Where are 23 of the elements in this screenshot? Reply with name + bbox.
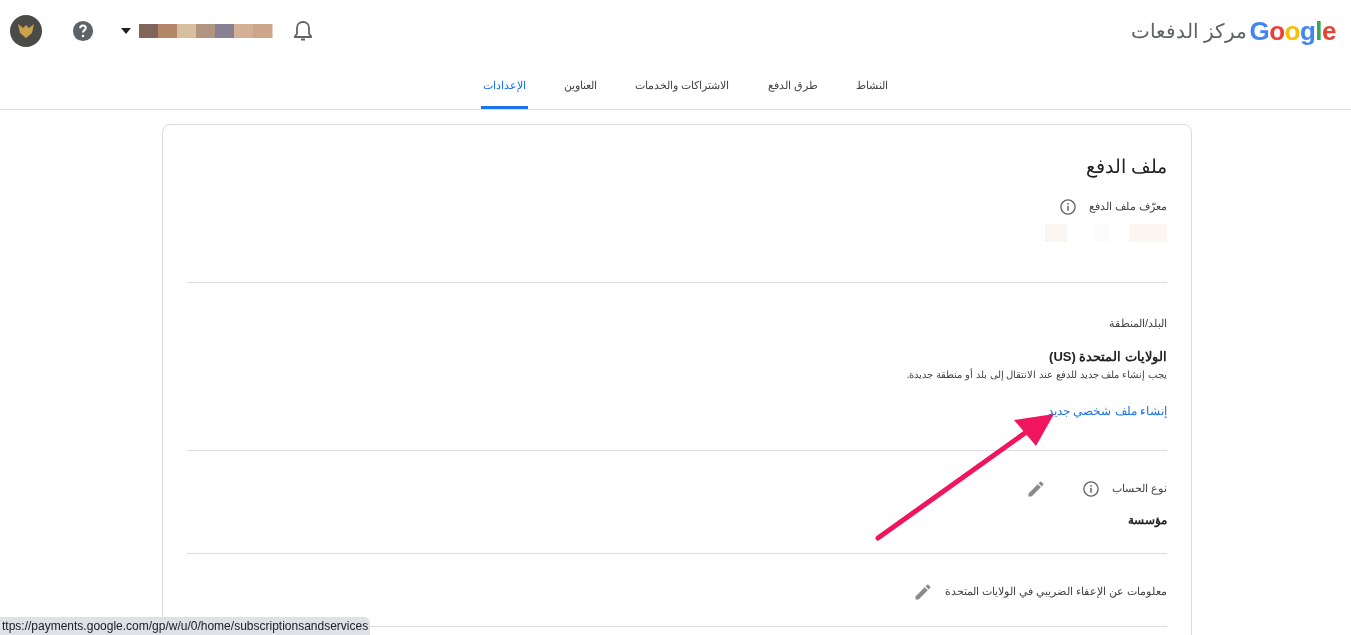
- region-note: يجب إنشاء ملف جديد للدفع عند الانتقال إلى بلد أو منطقة جديدة.: [905, 367, 1167, 382]
- field-value: مؤسسة: [1127, 511, 1167, 529]
- avatar[interactable]: [10, 15, 42, 47]
- field-label: نوع الحساب: [1111, 481, 1167, 497]
- bell-icon[interactable]: [293, 20, 313, 42]
- field-label: معرّف ملف الدفع: [1088, 199, 1167, 215]
- google-logo[interactable]: Google: [1249, 11, 1336, 51]
- status-bar-url: ttps://payments.google.com/gp/w/u/0/home/subscriptionsandservices: [0, 617, 371, 635]
- info-icon[interactable]: [1058, 197, 1077, 216]
- tab[interactable]: النشاط: [853, 62, 890, 109]
- card-title: ملف الدفع: [1084, 155, 1167, 180]
- help-icon[interactable]: [72, 20, 94, 42]
- tab[interactable]: الاشتراكات والخدمات: [633, 62, 732, 109]
- field-label: البلد/المنطقة: [1108, 315, 1167, 331]
- tab[interactable]: طرق الدفع: [765, 62, 820, 109]
- tab[interactable]: الإعدادات: [481, 62, 529, 109]
- tab[interactable]: العناوين: [562, 62, 600, 109]
- field-label: معلومات عن الإعفاء الضريبي في الولايات المتحدة: [944, 584, 1167, 600]
- new-profile-link[interactable]: إنشاء ملف شخصي جديد: [1048, 401, 1167, 420]
- info-icon[interactable]: [1081, 479, 1100, 498]
- country-value: الولايات المتحدة (US): [1048, 348, 1167, 367]
- product-name: مركز الدفعات: [1130, 19, 1248, 45]
- caret-icon[interactable]: [121, 28, 131, 34]
